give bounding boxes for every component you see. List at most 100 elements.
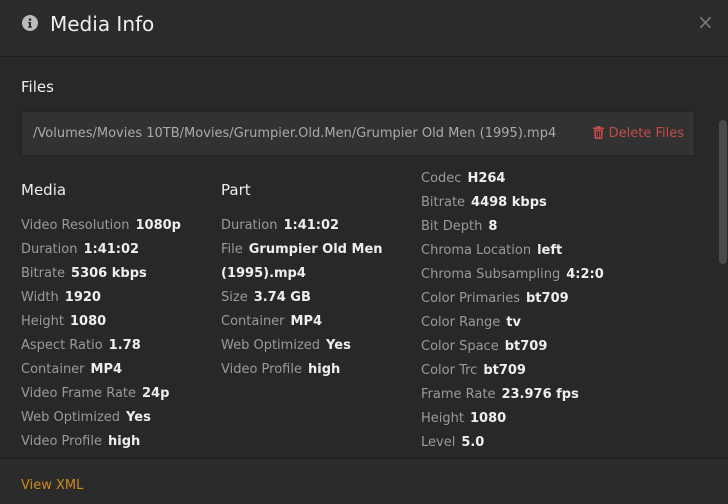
info-row: Container MP4 — [221, 310, 383, 334]
info-label: Color Space — [421, 339, 499, 354]
info-row: Width 1920 — [21, 286, 181, 310]
info-value: 1080 — [469, 411, 507, 426]
file-path: /Volumes/Movies 10TB/Movies/Grumpier.Old… — [33, 126, 557, 141]
info-value: 1:41:02 — [283, 218, 340, 233]
info-label: Height — [21, 314, 64, 329]
delete-files-button[interactable]: Delete Files — [592, 125, 684, 143]
scrollbar[interactable] — [716, 58, 728, 458]
info-label: Size — [221, 290, 248, 305]
info-value: 1080 — [69, 314, 107, 329]
view-xml-link[interactable]: View XML — [21, 478, 83, 493]
scrollbar-thumb[interactable] — [719, 120, 727, 264]
info-value: 5.0 — [461, 435, 485, 450]
info-value: MP4 — [290, 314, 323, 329]
info-label: Chroma Location — [421, 243, 532, 258]
info-value: 5306 kbps — [71, 266, 147, 281]
info-label: Chroma Subsampling — [421, 267, 561, 282]
info-value: 3.74 GB — [253, 290, 311, 305]
info-row: Web Optimized Yes — [21, 406, 181, 430]
media-column: Media Video Resolution 1080p Duration 1:41:… — [21, 178, 181, 454]
info-row: Size 3.74 GB — [221, 286, 383, 310]
info-label: Height — [421, 411, 464, 426]
info-value: 1080p — [135, 218, 181, 233]
info-row: Container MP4 — [21, 358, 181, 382]
info-value: left — [537, 243, 563, 258]
info-value: high — [107, 434, 141, 449]
info-row: Color Trc bt709 — [421, 359, 604, 383]
info-label: Web Optimized — [21, 410, 121, 425]
trash-icon — [592, 126, 604, 139]
info-value: high — [307, 362, 341, 377]
info-value: Grumpier Old Men — [248, 242, 383, 257]
info-value: 1.78 — [108, 338, 141, 353]
info-label: Color Primaries — [421, 291, 520, 306]
info-value: MP4 — [90, 362, 123, 377]
info-label: Aspect Ratio — [21, 338, 103, 353]
info-label: Duration — [221, 218, 278, 233]
info-value: 24p — [142, 386, 170, 401]
info-row: Color Space bt709 — [421, 335, 604, 359]
info-value: 4:2:0 — [566, 267, 604, 282]
info-label: Width — [21, 290, 59, 305]
info-label: Video Resolution — [21, 218, 130, 233]
info-row: Video Frame Rate 24p — [21, 382, 181, 406]
info-value: 23.976 fps — [501, 387, 579, 402]
info-value: tv — [506, 315, 521, 330]
delete-files-label: Delete Files — [608, 126, 684, 141]
info-row: Color Range tv — [421, 311, 604, 335]
info-label: Level — [421, 435, 456, 450]
info-label: Container — [221, 314, 285, 329]
info-row: Height 1080 — [21, 310, 181, 334]
info-value: 1:41:02 — [83, 242, 140, 257]
info-value: Yes — [326, 338, 351, 353]
media-heading: Media — [21, 181, 67, 199]
info-label: Color Range — [421, 315, 501, 330]
files-heading: Files — [21, 78, 54, 96]
info-row: Chroma Subsampling 4:2:0 — [421, 263, 604, 287]
dialog-title: Media Info — [50, 12, 155, 36]
dialog-body[interactable]: Files /Volumes/Movies 10TB/Movies/Grumpi… — [0, 58, 728, 458]
info-value: bt709 — [483, 363, 526, 378]
dialog-footer: View XML — [0, 458, 728, 504]
info-value: 1920 — [64, 290, 101, 305]
info-label: Duration — [21, 242, 78, 257]
info-row: Codec H264 — [421, 167, 604, 191]
info-row: File Grumpier Old Men — [221, 238, 383, 262]
info-row: Bitrate 5306 kbps — [21, 262, 181, 286]
info-row: Level 5.0 — [421, 431, 604, 455]
info-value: bt709 — [526, 291, 569, 306]
part-column: Part Duration 1:41:02 File Grumpier Old Men… — [221, 178, 383, 382]
info-row: Duration 1:41:02 — [21, 238, 181, 262]
info-row: Chroma Location left — [421, 239, 604, 263]
info-label: Video Frame Rate — [21, 386, 137, 401]
close-button[interactable]: × — [697, 12, 714, 32]
info-row: Duration 1:41:02 — [221, 214, 383, 238]
info-row: Height 1080 — [421, 407, 604, 431]
info-label: File — [221, 242, 243, 257]
info-row: Bit Depth 8 — [421, 215, 604, 239]
info-value: H264 — [467, 171, 506, 186]
info-label: Frame Rate — [421, 387, 496, 402]
part-heading: Part — [221, 181, 251, 199]
info-label: Bit Depth — [421, 219, 483, 234]
file-row: /Volumes/Movies 10TB/Movies/Grumpier.Old… — [21, 111, 695, 156]
info-row: Aspect Ratio 1.78 — [21, 334, 181, 358]
info-value: 4498 kbps — [471, 195, 547, 210]
info-value: Yes — [126, 410, 151, 425]
info-label: Video Profile — [221, 362, 302, 377]
info-row: Frame Rate 23.976 fps — [421, 383, 604, 407]
info-row: Video Profile high — [21, 430, 181, 454]
info-label: Container — [21, 362, 85, 377]
info-label: Codec — [421, 171, 462, 186]
info-label: Color Trc — [421, 363, 478, 378]
info-label: Video Profile — [21, 434, 102, 449]
info-row: Video Profile high — [221, 358, 383, 382]
stream-column: Codec H264 Bitrate 4498 kbps Bit Depth 8 Chrom… — [421, 167, 604, 455]
info-circle-icon — [22, 15, 38, 31]
info-row: (1995).mp4 — [221, 262, 383, 286]
info-row: Video Resolution 1080p — [21, 214, 181, 238]
info-row: Web Optimized Yes — [221, 334, 383, 358]
media-info-dialog: Media Info × Files /Volumes/Movies 10TB/… — [0, 0, 728, 504]
info-label: Web Optimized — [221, 338, 321, 353]
info-row: Color Primaries bt709 — [421, 287, 604, 311]
